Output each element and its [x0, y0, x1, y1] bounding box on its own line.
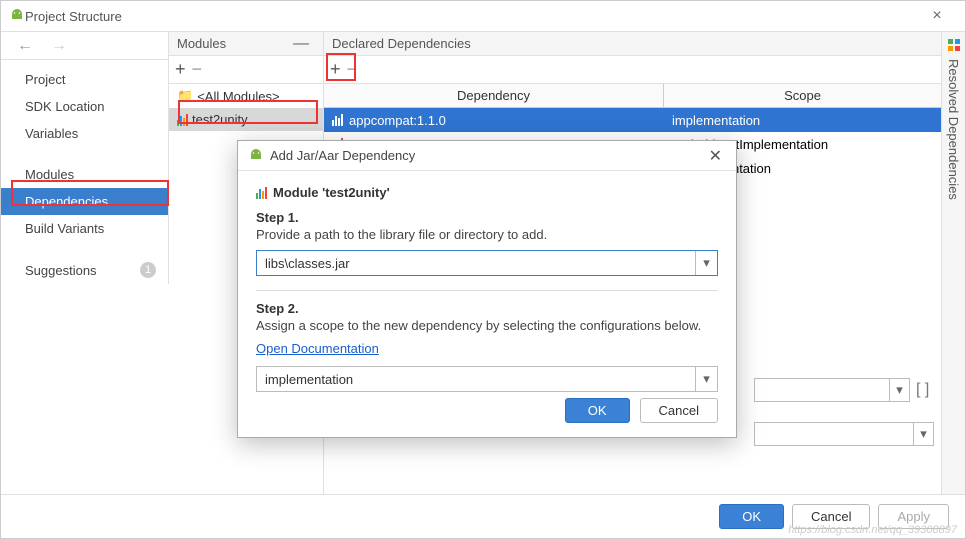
dialog-close-icon[interactable]: ✕ [705, 146, 726, 166]
path-input-combo: ▾ [256, 250, 718, 276]
rail-label: Resolved Dependencies [946, 59, 961, 200]
titlebar: Project Structure × [1, 1, 965, 32]
chevron-down-icon[interactable]: ▾ [695, 367, 717, 391]
sidebar-item-sdk-location[interactable]: SDK Location [1, 93, 168, 120]
scope-select[interactable]: ▾ [256, 366, 718, 392]
add-dependency-button[interactable]: + [330, 59, 341, 80]
resolved-icon [947, 38, 961, 55]
module-icon [256, 187, 267, 199]
modules-toolbar: + − [169, 56, 323, 84]
chevron-down-icon: ▾ [913, 423, 933, 445]
back-button[interactable]: ← [13, 37, 37, 55]
add-jar-dialog: Add Jar/Aar Dependency ✕ Module 'test2un… [237, 140, 737, 438]
col-scope[interactable]: Scope [664, 84, 941, 107]
remove-dependency-button[interactable]: − [347, 59, 358, 80]
sidebar-item-label: Suggestions [25, 263, 97, 278]
sidebar-item-build-variants[interactable]: Build Variants [1, 215, 168, 242]
dialog-titlebar: Add Jar/Aar Dependency ✕ [238, 141, 736, 171]
close-icon[interactable]: × [917, 7, 957, 25]
lib-icon [332, 114, 343, 126]
dialog-ok-button[interactable]: OK [565, 398, 630, 423]
sidebar: Project SDK Location Variables Modules D… [1, 60, 169, 284]
chevron-down-icon[interactable]: ▾ [695, 251, 717, 275]
window-title: Project Structure [25, 9, 917, 24]
col-dependency[interactable]: Dependency [324, 84, 664, 107]
open-documentation-link[interactable]: Open Documentation [256, 341, 379, 356]
path-input[interactable] [257, 251, 695, 275]
table-row[interactable]: appcompat:1.1.0 implementation [324, 108, 941, 132]
module-label: test2unity [192, 112, 248, 127]
remove-module-button[interactable]: − [192, 59, 203, 80]
forward-button[interactable]: → [47, 37, 71, 55]
footer: OK Cancel Apply https://blog.csdn.net/qq… [1, 494, 965, 538]
resolved-dependencies-rail[interactable]: Resolved Dependencies [941, 32, 965, 494]
scope-input[interactable] [257, 367, 695, 391]
deps-title: Declared Dependencies [332, 36, 471, 51]
modules-title: Modules [177, 36, 226, 51]
module-icon [177, 114, 188, 126]
dialog-title: Add Jar/Aar Dependency [270, 148, 705, 163]
dialog-footer: OK Cancel [256, 392, 718, 427]
ok-button[interactable]: OK [719, 504, 784, 529]
select-stub-2[interactable]: ▾ [754, 422, 934, 446]
watermark: https://blog.csdn.net/qq_39308897 [788, 524, 957, 536]
suggestions-badge: 1 [140, 262, 156, 278]
android-icon [248, 148, 264, 164]
module-label: <All Modules> [197, 89, 279, 104]
chevron-down-icon: ▾ [889, 379, 909, 401]
module-all[interactable]: 📁 <All Modules> [169, 84, 323, 108]
module-test2unity[interactable]: test2unity [169, 108, 323, 131]
sidebar-item-modules[interactable]: Modules [1, 161, 168, 188]
step2-desc: Assign a scope to the new dependency by … [256, 318, 718, 333]
step2-label: Step 2. [256, 301, 718, 316]
step1-label: Step 1. [256, 210, 718, 225]
dialog-cancel-button[interactable]: Cancel [640, 398, 718, 423]
dialog-body: Module 'test2unity' Step 1. Provide a pa… [238, 171, 736, 437]
android-icon [9, 8, 25, 24]
sidebar-item-suggestions[interactable]: Suggestions 1 [1, 256, 168, 284]
sidebar-item-project[interactable]: Project [1, 66, 168, 93]
deps-header: Declared Dependencies [324, 32, 941, 56]
collapse-icon[interactable]: — [287, 35, 315, 53]
sidebar-item-dependencies[interactable]: Dependencies [1, 188, 168, 215]
nav-toolbar: ← → [1, 32, 169, 60]
folder-icon: 📁 [177, 88, 193, 104]
dialog-module-label: Module 'test2unity' [256, 185, 718, 200]
sidebar-item-variables[interactable]: Variables [1, 120, 168, 147]
brackets-icon: [ ] [916, 381, 929, 399]
modules-header: Modules — [169, 32, 323, 56]
select-stub-1[interactable]: ▾ [754, 378, 910, 402]
deps-table-header: Dependency Scope [324, 84, 941, 108]
bottom-selectors: ▾ [ ] ▾ [754, 378, 934, 446]
add-module-button[interactable]: + [175, 59, 186, 80]
deps-toolbar: + − [324, 56, 941, 84]
step1-desc: Provide a path to the library file or di… [256, 227, 718, 242]
